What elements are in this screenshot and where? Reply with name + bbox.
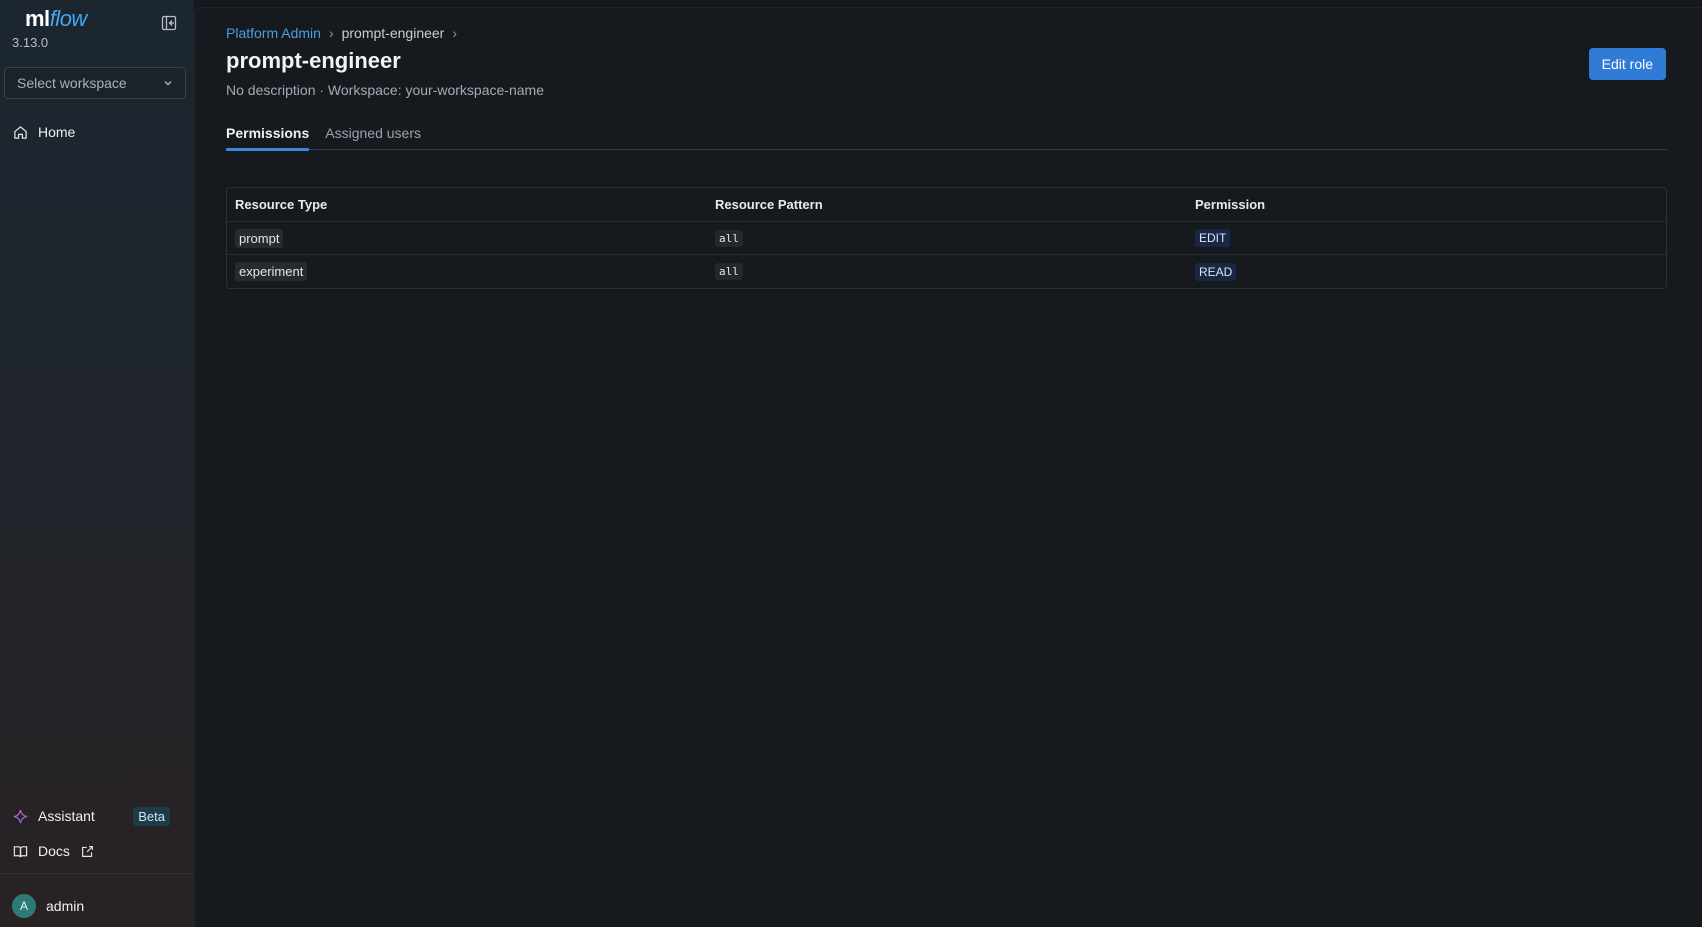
home-icon [12,124,28,140]
assistant-label: Assistant [38,808,95,824]
breadcrumb-current[interactable]: prompt-engineer [342,25,445,41]
chevron-right-icon: › [452,25,458,41]
edit-role-button[interactable]: Edit role [1588,48,1666,80]
resource-pattern-cell: all [707,263,1187,280]
permission-badge: READ [1195,262,1237,281]
breadcrumb: Platform Admin › prompt-engineer › [226,25,457,41]
sparkle-icon [12,808,28,824]
avatar: A [12,894,36,918]
column-header-resource-type[interactable]: Resource Type [227,197,707,212]
tab-permissions[interactable]: Permissions [226,116,310,151]
table-header-row: Resource Type Resource Pattern Permissio… [227,188,1666,222]
table-row[interactable]: experiment all READ [227,255,1666,288]
tab-bar: Permissions Assigned users [226,116,1667,151]
user-name: admin [46,898,85,914]
resource-pattern-code: all [715,229,743,247]
resource-type-cell: experiment [227,262,707,281]
column-header-resource-pattern[interactable]: Resource Pattern [707,197,1187,212]
mlflow-logo[interactable]: mlflow [25,6,87,32]
chevron-down-icon [164,81,172,86]
sidebar-item-assistant[interactable]: Assistant Beta [12,805,170,827]
permission-cell: EDIT [1187,229,1666,247]
app-root: mlflow 3.13.0 Select workspace Home Assi… [0,0,1702,927]
resource-type-tag: experiment [235,262,308,281]
workspace-select-placeholder: Select workspace [17,75,127,91]
version-label: 3.13.0 [12,35,49,50]
sidebar-item-label: Home [38,124,76,140]
chevron-right-icon: › [328,25,334,41]
user-menu[interactable]: A admin [12,894,84,918]
docs-label: Docs [38,843,70,859]
sidebar-item-home[interactable]: Home [12,121,75,143]
resource-pattern-cell: all [707,229,1187,247]
main-panel: Platform Admin › prompt-engineer › promp… [194,7,1702,927]
permission-cell: READ [1187,262,1666,281]
page-subtitle: No description · Workspace: your-workspa… [226,82,544,98]
logo-flow-text: flow [49,6,88,31]
permission-badge: EDIT [1195,229,1231,247]
workspace-select[interactable]: Select workspace [4,67,186,99]
page-title: prompt-engineer [226,48,401,73]
permissions-table: Resource Type Resource Pattern Permissio… [226,187,1667,289]
resource-pattern-code: all [715,263,743,280]
tab-assigned-users[interactable]: Assigned users [325,116,421,150]
beta-badge: Beta [133,806,170,826]
table-row[interactable]: prompt all EDIT [227,222,1666,255]
external-link-icon [80,843,96,859]
sidebar: mlflow 3.13.0 Select workspace Home Assi… [0,0,194,927]
breadcrumb-platform-admin[interactable]: Platform Admin [226,25,321,41]
sidebar-collapse-icon [161,15,177,31]
sidebar-divider [0,873,194,874]
collapse-sidebar-button[interactable] [160,14,178,32]
resource-type-cell: prompt [227,228,707,248]
logo-ml-text: ml [25,6,50,31]
sidebar-item-docs[interactable]: Docs [12,840,96,862]
column-header-permission[interactable]: Permission [1187,197,1666,212]
book-icon [12,843,28,859]
resource-type-tag: prompt [235,228,284,248]
